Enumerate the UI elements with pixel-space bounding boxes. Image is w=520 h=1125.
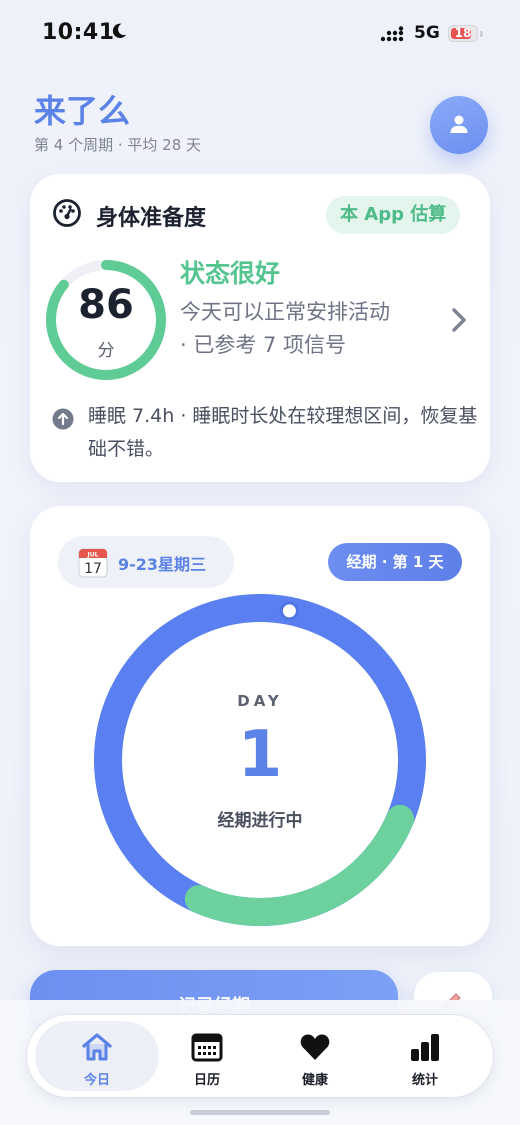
- chevron-right-icon[interactable]: [450, 306, 468, 334]
- tab-health[interactable]: 健康: [253, 1021, 377, 1091]
- readiness-card[interactable]: 身体准备度 本 App 估算 86 分 状态很好 今天可以正常安排活动 · 已参…: [30, 174, 490, 482]
- day-status: 经期进行中: [217, 811, 303, 831]
- tab-today[interactable]: 今日: [35, 1021, 159, 1091]
- profile-button[interactable]: [430, 96, 488, 154]
- cycle-summary: 第 4 个周期 · 平均 28 天: [34, 136, 202, 154]
- tab-label: 统计: [411, 1073, 438, 1088]
- readiness-status: 状态很好: [180, 259, 281, 288]
- calendar-month: JUL: [87, 552, 99, 559]
- heart-icon: [300, 1034, 330, 1060]
- tab-label: 今日: [83, 1073, 110, 1088]
- status-time: 10:41: [42, 20, 115, 45]
- battery-level: 18: [454, 26, 472, 40]
- calendar-day: 17: [84, 561, 102, 577]
- user-icon: [450, 115, 468, 133]
- readiness-description: 今天可以正常安排活动 · 已参考 7 项信号: [180, 300, 390, 357]
- day-label: DAY: [237, 692, 283, 710]
- moon-icon: [112, 23, 127, 39]
- page-title: 来了么: [34, 92, 131, 130]
- readiness-title: 身体准备度: [96, 206, 207, 231]
- date-chip[interactable]: JUL 17 9-23星期三: [58, 536, 234, 588]
- estimate-badge: 本 App 估算: [326, 196, 461, 234]
- cycle-day-marker: [279, 601, 299, 621]
- battery-icon: 18: [448, 25, 478, 42]
- network-type: 5G: [414, 23, 440, 43]
- sleep-note: 睡眠 7.4h · 睡眠时长处在较理想区间，恢复基础不错。: [88, 405, 478, 460]
- tab-stats[interactable]: 统计: [363, 1021, 487, 1091]
- tab-bar: 今日 日历 健康 统计: [26, 1014, 494, 1098]
- period-badge: 经期 · 第 1 天: [328, 543, 462, 581]
- calendar-icon: [191, 1033, 223, 1062]
- readiness-score: 86: [78, 282, 134, 328]
- home-indicator: [190, 1110, 330, 1115]
- current-date: 9-23星期三: [118, 555, 207, 574]
- calendar-icon: JUL 17: [78, 548, 108, 578]
- tab-label: 健康: [301, 1073, 328, 1088]
- day-number: 1: [237, 718, 283, 792]
- signal-icon: [380, 26, 404, 42]
- bar-chart-icon: [411, 1034, 439, 1061]
- cycle-card[interactable]: JUL 17 9-23星期三 经期 · 第 1 天 DAY 1 经期进行中: [30, 506, 490, 946]
- tab-calendar[interactable]: 日历: [145, 1021, 269, 1091]
- gauge-icon: [53, 199, 81, 227]
- score-unit: 分: [97, 341, 115, 361]
- home-icon: [82, 1033, 112, 1061]
- cycle-ring-fertile-segment: [184, 804, 415, 926]
- status-bar: 10:41 5G 18: [0, 0, 520, 62]
- arrow-up-icon: [52, 408, 74, 430]
- tab-label: 日历: [193, 1073, 220, 1088]
